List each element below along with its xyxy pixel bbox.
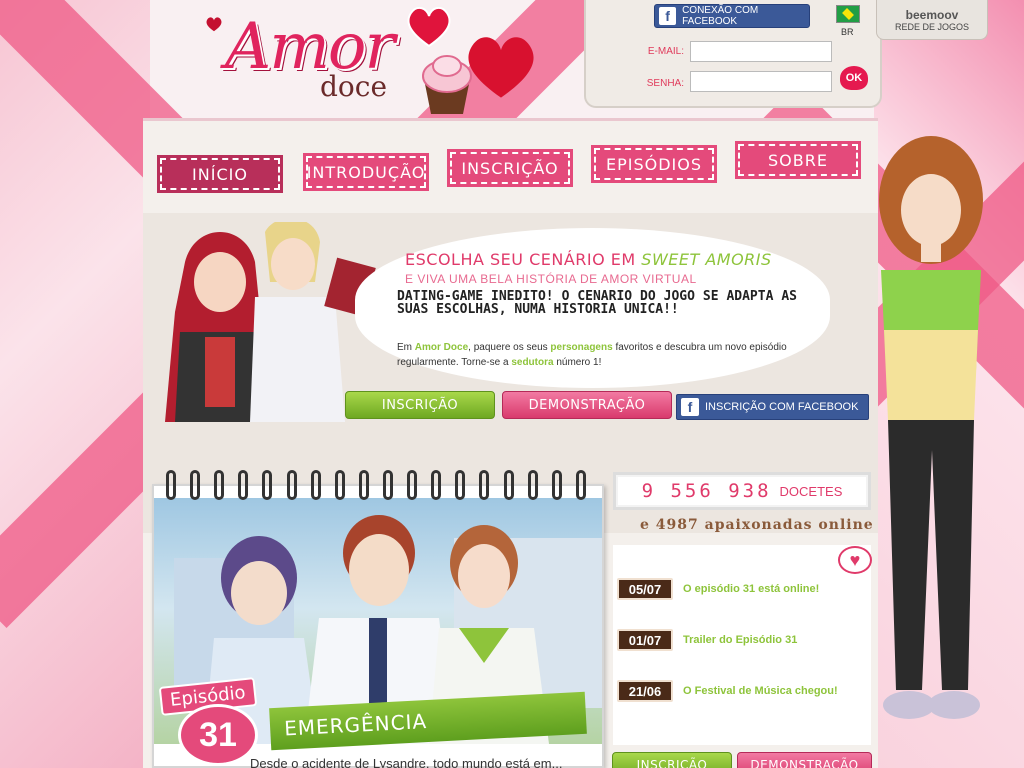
nav-item-inscricao[interactable]: Inscrição [447,149,573,187]
news-item[interactable]: 05/07 O episódio 31 está online! [617,578,819,600]
news-item[interactable]: 01/07 Trailer do Episódio 31 [617,629,797,651]
news-date: 01/07 [617,629,673,651]
ring-icon [551,470,562,500]
ring-icon [382,470,393,500]
facebook-connect-button[interactable]: f CONEXÃO COM FACEBOOK [654,4,810,28]
episode-number: 31 [178,704,258,766]
logo[interactable]: Amor doce [205,6,545,118]
nav-item-episodios[interactable]: Episódios [591,145,717,183]
facebook-icon: f [659,7,677,25]
hero-desc-text: Em [397,342,415,353]
nav-item-introducao[interactable]: Introdução [303,153,429,191]
nav-item-sobre[interactable]: Sobre [735,141,861,179]
brazil-flag-icon[interactable] [836,5,860,23]
heart-icon [407,6,451,48]
footer-demo-button[interactable]: Demonstração [737,752,872,768]
ring-icon [479,470,490,500]
ring-icon [358,470,369,500]
news-link[interactable]: Trailer do Episódio 31 [683,634,797,646]
nav-item-inicio[interactable]: Início [157,155,283,193]
ring-icon [527,470,538,500]
episode-badge: Episódio 31 [158,674,276,766]
login-box: f CONEXÃO COM FACEBOOK BR E-MAIL: SENHA:… [584,0,882,108]
ring-icon [334,470,345,500]
network-link[interactable]: beemoov REDE DE JOGOS [876,0,988,40]
ring-icon [262,470,273,500]
email-label: E-MAIL: [647,46,684,57]
hero-tagline: DATING-GAME INEDITO! O CENARIO DO JOGO S… [397,289,797,317]
hero-desc-text: número 1! [553,357,602,368]
logo-doce-text: doce [320,70,388,103]
facebook-signup-button[interactable]: f INSCRIÇÃO COM FACEBOOK [676,394,869,420]
ring-icon [214,470,225,500]
news-link[interactable]: O episódio 31 está online! [683,583,819,595]
player-counter: 9 556 938 DOCETES [613,472,871,510]
footer-signup-button[interactable]: Inscrição [612,752,732,768]
login-ok-button[interactable]: OK [840,66,868,90]
network-label: REDE DE JOGOS [894,22,969,32]
hero-description: Em Amor Doce, paquere os seus personagen… [397,340,797,370]
demo-button[interactable]: Demonstração [502,391,672,419]
news-item[interactable]: 21/06 O Festival de Música chegou! [617,680,838,702]
ring-icon [310,470,321,500]
ring-icon [166,470,176,500]
ring-icon [431,470,442,500]
news-date: 21/06 [617,680,673,702]
episode-description: Desde o acidente de Lysandre, todo mundo… [250,756,563,768]
hero-title-highlight: SWEET AMORIS [641,250,772,269]
ring-icon [407,470,418,500]
password-field[interactable] [690,71,832,92]
news-link[interactable]: O Festival de Música chegou! [683,685,838,697]
ring-icon [238,470,249,500]
facebook-signup-label: INSCRIÇÃO COM FACEBOOK [705,401,859,413]
hero-desc-characters: personagens [550,342,613,353]
online-count: e 4987 apaixonadas online [640,517,874,533]
heart-icon [206,17,222,32]
email-field[interactable] [690,41,832,62]
ring-icon [503,470,514,500]
hero-desc-brand: Amor Doce [414,342,469,353]
signup-button[interactable]: Inscrição [345,391,495,419]
hero-title: ESCOLHA SEU CENÁRIO EM SWEET AMORIS [405,250,772,269]
language-label: BR [841,27,854,37]
facebook-icon: f [681,398,699,416]
player-count-label: DOCETES [779,483,843,499]
girl-character-illustration [879,136,983,719]
notebook-rings [166,470,586,500]
ring-icon [190,470,201,500]
news-date: 05/07 [617,578,673,600]
ring-icon [286,470,297,500]
main-nav: Início Introdução Inscrição Episódios So… [157,140,868,193]
hero-subtitle: E VIVA UMA BELA HISTÓRIA DE AMOR VIRTUAL [405,272,697,286]
password-label: SENHA: [646,78,684,89]
facebook-connect-label: CONEXÃO COM FACEBOOK [682,5,759,27]
hero-desc-text: , paquere os seus [468,342,551,353]
ring-icon [455,470,466,500]
heart-icon [468,37,534,98]
ring-icon [575,470,586,500]
hero-desc-role: sedutora [511,357,554,368]
hero-title-prefix: ESCOLHA SEU CENÁRIO EM [405,250,642,269]
heart-icon: ♥ [838,546,872,574]
player-count: 9 556 938 [641,480,772,502]
network-brand: beemoov [905,8,959,22]
